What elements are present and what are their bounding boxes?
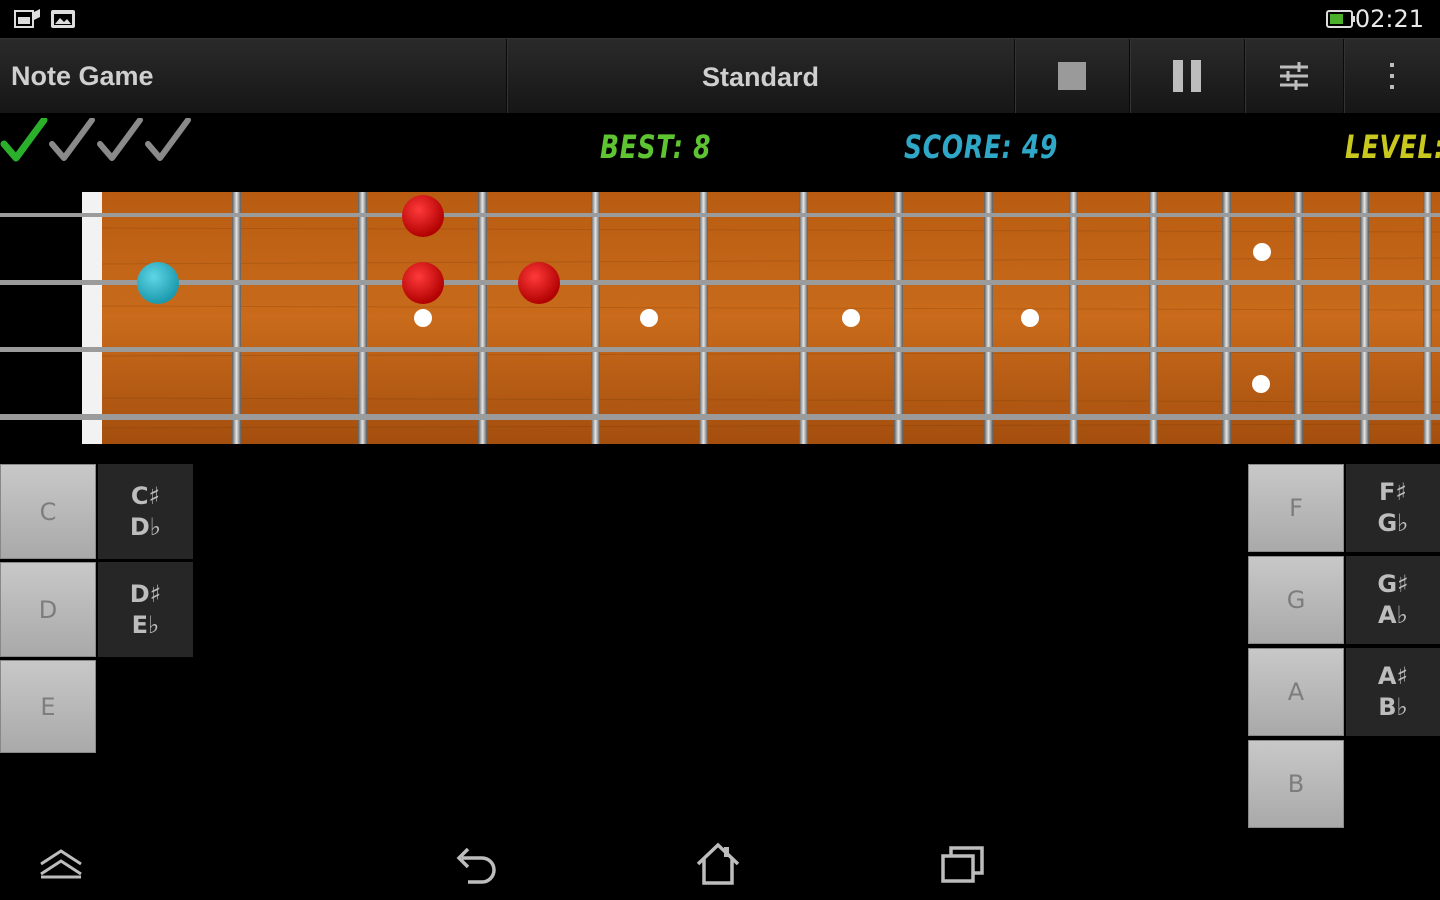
note-label: G♭ [1377, 509, 1409, 537]
action-bar: Note Game Standard [0, 38, 1440, 113]
note-button-d[interactable]: D [0, 562, 96, 657]
note-label: B♭ [1378, 693, 1408, 721]
overflow-menu-icon [1390, 63, 1394, 89]
note-label: D♯ [129, 579, 162, 608]
tuning-selector[interactable]: Standard [508, 39, 1013, 113]
fretboard[interactable] [0, 188, 1440, 444]
note-label: F♯ [1378, 478, 1407, 506]
app-title: Note Game [11, 61, 154, 91]
back-icon[interactable] [454, 844, 500, 886]
note-label: A♯ [1377, 662, 1409, 690]
current-score: SCORE: 49 [904, 128, 1059, 166]
expand-icon[interactable] [38, 848, 84, 880]
stop-button[interactable] [1015, 39, 1129, 113]
note-button-b[interactable]: B [1248, 740, 1344, 828]
check-icon [0, 118, 48, 162]
note-label: G♯ [1377, 570, 1409, 598]
check-icon [145, 118, 191, 161]
pause-button[interactable] [1130, 39, 1244, 113]
photo-notification-icon [51, 10, 75, 28]
stop-icon [1058, 62, 1086, 90]
note-button-c-sharp[interactable]: C♯ D♭ [98, 464, 193, 559]
note-button-e[interactable]: E [0, 660, 96, 753]
note-label: D♭ [129, 512, 162, 541]
note-label: A♭ [1378, 601, 1408, 629]
pause-icon [1173, 60, 1201, 92]
gallery-notification-icon [14, 9, 40, 28]
check-icon [49, 118, 95, 161]
note-button-c[interactable]: C [0, 464, 96, 559]
status-bar: 02:21 [0, 0, 1440, 38]
nut [82, 192, 102, 444]
navigation-bar [0, 830, 1440, 900]
home-icon[interactable] [694, 842, 742, 886]
level-indicator: LEVEL: 6 [1345, 128, 1440, 166]
divider [506, 39, 507, 113]
note-label: E♭ [131, 610, 160, 639]
progress-checks [0, 118, 191, 162]
clock: 02:21 [1354, 5, 1424, 33]
best-score: BEST: 8 [600, 128, 712, 166]
recents-icon[interactable] [940, 844, 986, 884]
note-label: C♯ [130, 481, 161, 510]
note-button-d-sharp[interactable]: D♯ E♭ [98, 562, 193, 657]
note-button-f-sharp[interactable]: F♯ G♭ [1346, 464, 1440, 552]
note-button-a[interactable]: A [1248, 648, 1344, 736]
check-icon [97, 118, 143, 161]
battery-icon [1326, 10, 1355, 28]
note-button-g-sharp[interactable]: G♯ A♭ [1346, 556, 1440, 644]
game-hud: BEST: 8 SCORE: 49 LEVEL: 6 [0, 112, 1440, 188]
note-button-a-sharp[interactable]: A♯ B♭ [1346, 648, 1440, 736]
settings-button[interactable] [1245, 39, 1343, 113]
note-button-f[interactable]: F [1248, 464, 1344, 552]
settings-sliders-icon [1280, 62, 1308, 90]
note-button-g[interactable]: G [1248, 556, 1344, 644]
target-note-marker [137, 262, 179, 304]
overflow-menu-button[interactable] [1344, 39, 1440, 113]
